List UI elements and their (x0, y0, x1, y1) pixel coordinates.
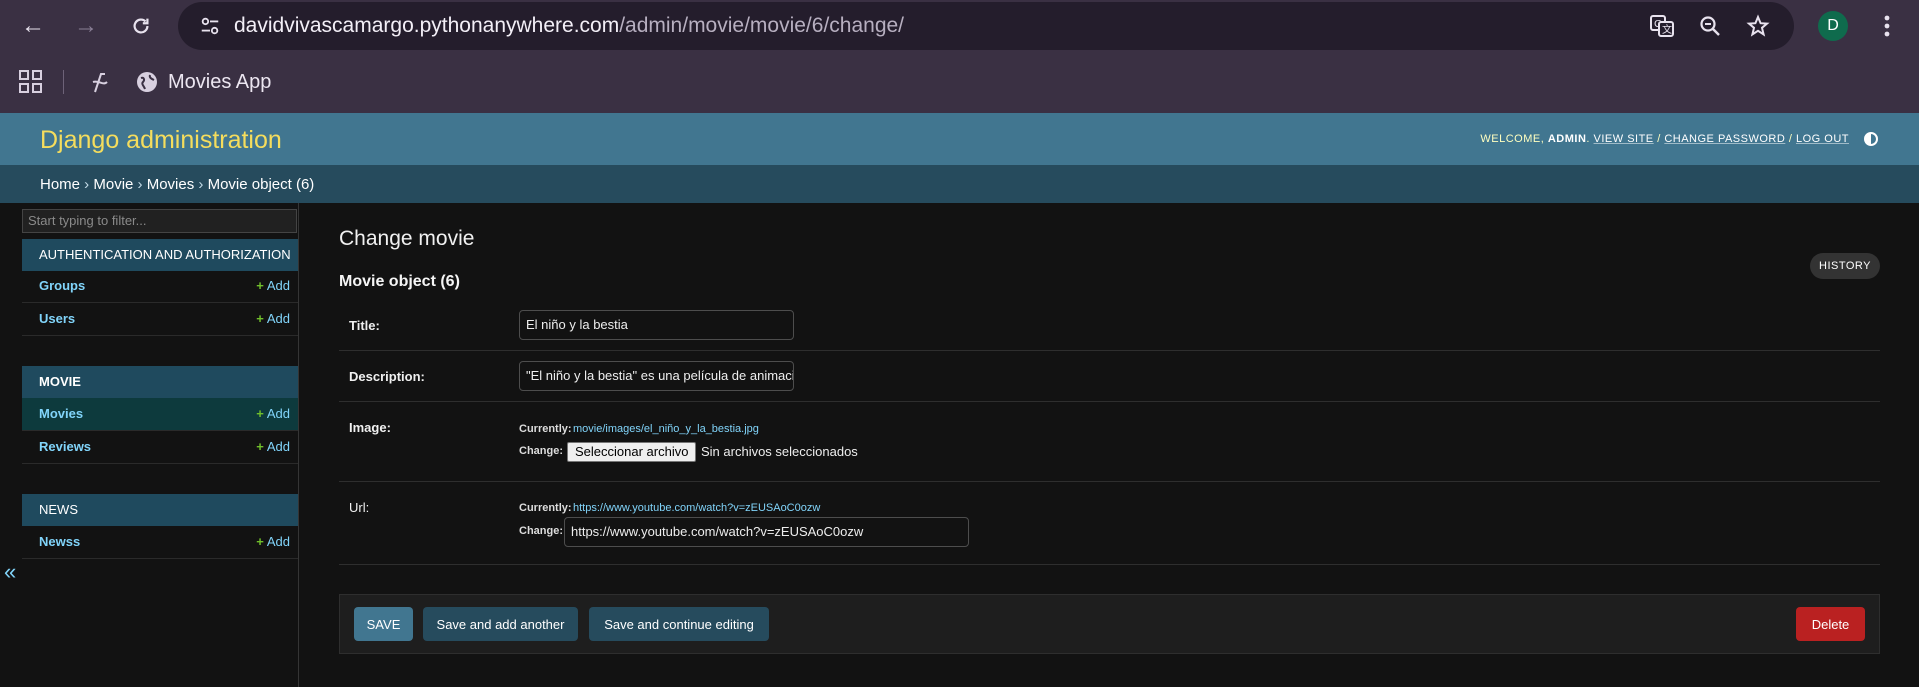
sidebar-item-movies-link[interactable]: Movies (39, 406, 83, 422)
breadcrumb-app[interactable]: Movie (93, 176, 133, 193)
add-label: Add (266, 406, 290, 421)
view-site-link[interactable]: View site (1594, 133, 1654, 145)
add-label: Add (266, 534, 290, 549)
reload-icon[interactable] (123, 8, 159, 44)
add-label: Add (266, 278, 290, 293)
sidebar-item-newss-link[interactable]: Newss (39, 534, 80, 550)
menu-icon[interactable] (1871, 10, 1903, 42)
save-and-add-another-button[interactable]: Save and add another (423, 607, 578, 641)
svg-text:文: 文 (1662, 23, 1672, 36)
page-title: Change movie (339, 227, 475, 250)
title-input[interactable]: El niño y la bestia (519, 310, 794, 340)
url-host: davidvivascamargo.pythonanywhere.com (234, 14, 620, 37)
theme-toggle-icon[interactable] (1864, 132, 1878, 146)
add-icon: + (256, 278, 264, 293)
history-label: History (1819, 260, 1871, 272)
profile-avatar[interactable]: D (1818, 11, 1848, 41)
app-movie-caption[interactable]: Movie (22, 366, 298, 398)
zoom-icon[interactable] (1694, 10, 1726, 42)
translate-icon[interactable]: G文 (1646, 10, 1678, 42)
add-reviews-link[interactable]: + Add (256, 439, 290, 455)
add-users-link[interactable]: + Add (256, 311, 290, 327)
change-password-link[interactable]: Change password (1664, 133, 1785, 145)
star-icon[interactable] (1742, 10, 1774, 42)
sidebar-item-movies: Movies + Add (22, 398, 298, 431)
add-movies-link[interactable]: + Add (256, 406, 290, 422)
username: admin (1547, 133, 1587, 145)
app-auth-caption[interactable]: Authentication and Authorization (22, 239, 298, 271)
add-icon: + (256, 534, 264, 549)
add-newss-link[interactable]: + Add (256, 534, 290, 550)
image-current-link[interactable]: movie/images/el_niño_y_la_bestia.jpg (573, 422, 759, 436)
breadcrumb: Home › Movie › Movies › Movie object (6) (40, 176, 315, 193)
breadcrumb-home[interactable]: Home (40, 176, 80, 193)
add-label: Add (266, 311, 290, 326)
url-label: Url: (349, 500, 370, 515)
sidebar-collapse-icon[interactable]: « (4, 560, 16, 584)
add-icon: + (256, 406, 264, 421)
add-label: Add (266, 439, 290, 454)
save-and-continue-button[interactable]: Save and continue editing (589, 607, 769, 641)
bookmark-movies-app[interactable]: Movies App (168, 70, 271, 94)
sidebar-item-reviews-link[interactable]: Reviews (39, 439, 91, 455)
object-title: Movie object (6) (339, 273, 460, 290)
save-button[interactable]: Save (354, 607, 413, 641)
url-currently-label: Currently: (519, 502, 572, 514)
image-currently-label: Currently: (519, 423, 572, 435)
url-input[interactable]: https://www.youtube.com/watch?v=zEUSAoC0… (564, 517, 969, 547)
history-button[interactable]: History (1810, 253, 1880, 279)
form-row-image: Image: Currently: movie/images/el_niño_y… (339, 402, 1880, 482)
breadcrumb-model[interactable]: Movies (147, 176, 195, 193)
delete-button[interactable]: Delete (1796, 607, 1865, 641)
apps-icon[interactable] (18, 69, 44, 95)
url-text[interactable]: davidvivascamargo.pythonanywhere.com/adm… (234, 12, 904, 40)
site-info-icon[interactable] (196, 12, 224, 40)
title-label: Title: (349, 318, 380, 333)
forward-icon[interactable]: → (68, 8, 104, 44)
add-icon: + (256, 311, 264, 326)
image-label: Image: (349, 420, 391, 435)
add-icon: + (256, 439, 264, 454)
sidebar-filter-input[interactable]: Start typing to filter... (22, 209, 297, 233)
bookmarks-bar (0, 52, 1919, 113)
bookmark-separator (63, 70, 64, 94)
log-out-link[interactable]: Log out (1796, 133, 1849, 145)
sidebar-item-groups-link[interactable]: Groups (39, 278, 85, 294)
description-label: Description: (349, 369, 425, 384)
back-icon[interactable]: ← (15, 8, 51, 44)
sidebar-item-users-link[interactable]: Users (39, 311, 75, 327)
image-change-label: Change: (519, 445, 563, 457)
sidebar-item-users: Users + Add (22, 303, 298, 336)
description-input[interactable]: "El niño y la bestia" es una película de… (519, 361, 794, 391)
url-change-label: Change: (519, 525, 563, 537)
form-row-title: Title: El niño y la bestia (339, 300, 1880, 351)
choose-file-button[interactable]: Seleccionar archivo (567, 442, 697, 462)
form-row-url: Url: Currently: https://www.youtube.com/… (339, 482, 1880, 565)
globe-icon[interactable] (133, 68, 161, 96)
sidebar-item-groups: Groups + Add (22, 270, 298, 303)
form-row-description: Description: "El niño y la bestia" es un… (339, 351, 1880, 402)
user-tools: Welcome, admin. View site / Change passw… (1480, 133, 1849, 145)
sidebar-item-reviews: Reviews + Add (22, 431, 298, 464)
file-status-text: Sin archivos seleccionados (701, 444, 858, 459)
welcome-text: Welcome, (1480, 133, 1545, 145)
add-groups-link[interactable]: + Add (256, 278, 290, 294)
bookmark-favicon-icon[interactable] (86, 68, 114, 96)
url-current-link[interactable]: https://www.youtube.com/watch?v=zEUSAoC0… (573, 501, 820, 515)
url-path: /admin/movie/movie/6/change/ (619, 14, 905, 37)
app-news-caption[interactable]: News (22, 494, 298, 526)
breadcrumb-current: Movie object (6) (207, 176, 315, 193)
site-brand[interactable]: Django administration (40, 125, 282, 155)
sidebar-item-newss: Newss + Add (22, 526, 298, 559)
